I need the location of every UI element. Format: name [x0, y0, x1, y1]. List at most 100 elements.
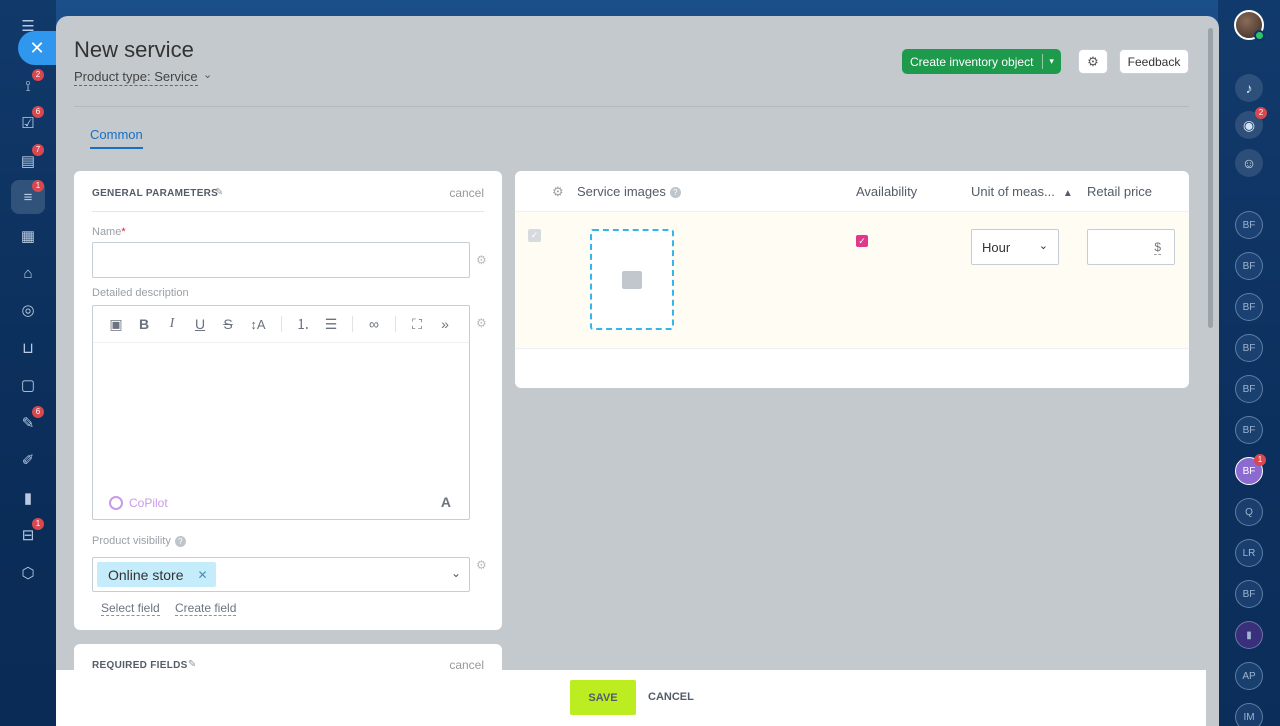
notification-badge: 2 [1255, 107, 1267, 119]
chat-avatar[interactable]: BF [1235, 416, 1263, 444]
inbox-icon[interactable]: ⊟ 1 [16, 518, 44, 547]
italic-icon[interactable]: I [165, 316, 179, 332]
product-type-selector[interactable]: Product type: Service [74, 69, 198, 86]
chat-icon[interactable]: ☺ [1235, 149, 1263, 177]
save-button[interactable]: SAVE [570, 680, 636, 715]
bell-icon[interactable]: ♪ [1235, 74, 1263, 102]
chat-avatar[interactable]: Q [1235, 498, 1263, 526]
create-inventory-label: Create inventory object [910, 54, 1034, 69]
feedback-button[interactable]: Feedback [1119, 49, 1189, 74]
visibility-select[interactable]: Online store ✕ ⌄ [92, 557, 470, 592]
activity-icon[interactable]: ◉ 2 [1235, 107, 1267, 139]
chat-avatar[interactable]: BF [1235, 375, 1263, 403]
currency-selector[interactable]: $ [1154, 240, 1161, 255]
gear-icon[interactable]: ⚙ [476, 253, 487, 267]
remove-icon[interactable]: ✕ [197, 568, 207, 582]
link-icon[interactable]: ∞ [367, 316, 381, 332]
pencil-icon[interactable]: ✎ [215, 187, 223, 198]
close-slider-button[interactable]: ✕ [18, 31, 56, 65]
editor-toolbar: ▣ B I U S ↕A ⒈ ☰ ∞ ⛶ » [93, 306, 469, 343]
rail-badge: 6 [32, 106, 44, 118]
unit-select[interactable]: Hour ⌄ [971, 229, 1059, 265]
store-icon[interactable]: ⌂ [16, 261, 40, 285]
chat-avatar[interactable]: BF [1235, 334, 1263, 362]
name-field[interactable] [92, 242, 470, 278]
column-header-availability[interactable]: Availability [856, 184, 917, 199]
text-format-button[interactable]: A [441, 494, 451, 510]
contacts-icon[interactable]: ▤ 7 [16, 144, 44, 173]
gear-icon[interactable]: ⚙ [552, 184, 564, 200]
strikethrough-icon[interactable]: S [221, 316, 235, 332]
new-service-slider: New service Product type: Service ⌄ Crea… [56, 16, 1219, 726]
select-field-link[interactable]: Select field [101, 601, 160, 616]
retail-price-input[interactable]: $ [1087, 229, 1175, 265]
copilot-button[interactable]: CoPilot [109, 496, 168, 510]
general-parameters-card: GENERAL PARAMETERS ✎ cancel Name* ⚙ Deta… [74, 171, 502, 630]
user-avatar[interactable] [1234, 10, 1265, 41]
help-icon[interactable]: ? [174, 535, 186, 547]
chip-label: Online store [108, 566, 184, 583]
chat-avatar[interactable]: BF [1235, 211, 1263, 239]
create-inventory-object-button[interactable]: Create inventory object ▾ [902, 49, 1061, 74]
create-field-link[interactable]: Create field [175, 601, 237, 616]
online-status-icon [1254, 30, 1265, 41]
toolbar-divider [281, 316, 282, 332]
rail-badge: 1 [32, 180, 44, 192]
chevron-down-icon[interactable]: ▾ [1049, 56, 1061, 67]
target-icon[interactable]: ◎ [16, 298, 40, 322]
chat-avatar[interactable]: BF [1235, 252, 1263, 280]
underline-icon[interactable]: U [193, 316, 207, 332]
left-rail: ☰ ⟟ 2 ☑ 6 ▤ 7 ≡ 1 ▦ ⌂ ◎ ⊔ ▢ ✎ 6 ✐ ▮ ⊟ 1 ⬡ [0, 0, 56, 726]
cart-icon[interactable]: ⊔ [16, 336, 40, 360]
row-checkbox[interactable]: ✓ [528, 229, 541, 242]
bulleted-list-icon[interactable]: ☰ [324, 316, 338, 333]
required-mark: * [121, 226, 126, 238]
numbered-list-icon[interactable]: ⒈ [296, 314, 310, 334]
copilot-icon [109, 496, 123, 510]
tab-common[interactable]: Common [90, 127, 143, 149]
chat-avatar[interactable]: BF [1235, 293, 1263, 321]
calendar-icon[interactable]: ▦ [16, 224, 40, 248]
chat-avatar[interactable]: AP [1235, 662, 1263, 690]
chat-avatar[interactable]: LR [1235, 539, 1263, 567]
panel-scrollbar[interactable] [1208, 28, 1213, 328]
docs-icon[interactable]: ▢ [16, 373, 40, 397]
section-cancel-link[interactable]: cancel [449, 186, 484, 200]
filter-icon[interactable]: ≡ 1 [16, 180, 44, 209]
column-header-images[interactable]: Service images? [577, 184, 681, 199]
pen-icon[interactable]: ✐ [16, 448, 40, 472]
column-header-label: Unit of meas... [971, 184, 1055, 199]
font-size-icon[interactable]: ↕A [249, 317, 267, 332]
toolbar-divider [352, 316, 353, 332]
close-icon: ✕ [29, 37, 45, 58]
settings-button[interactable]: ⚙ [1078, 49, 1108, 74]
chart-icon[interactable]: ▮ [16, 486, 40, 510]
gear-icon[interactable]: ⚙ [476, 316, 487, 330]
chat-avatar-active[interactable]: BF 1 [1235, 454, 1266, 485]
gear-icon[interactable]: ⚙ [476, 558, 487, 572]
video-icon[interactable]: ▣ [109, 316, 123, 333]
visibility-label: Product visibility? [92, 535, 186, 547]
chevron-down-icon[interactable]: ⌄ [451, 566, 461, 580]
edit-list-icon[interactable]: ✎ 6 [16, 406, 44, 435]
description-label: Detailed description [92, 287, 189, 299]
bold-icon[interactable]: B [137, 316, 151, 332]
chevron-down-icon[interactable]: ⌄ [203, 68, 212, 81]
availability-checkbox[interactable]: ✓ [856, 235, 868, 247]
column-header-price[interactable]: Retail price [1087, 184, 1152, 199]
column-header-unit[interactable]: Unit of meas... ▲ [971, 184, 1073, 199]
help-icon[interactable]: ? [669, 187, 681, 199]
chat-avatar[interactable]: IM [1235, 703, 1263, 726]
pencil-icon[interactable]: ✎ [188, 659, 196, 670]
workflow-icon[interactable]: ⟟ 2 [16, 69, 44, 98]
button-divider [1042, 54, 1044, 69]
cancel-button[interactable]: CANCEL [648, 691, 694, 703]
description-editor[interactable]: ▣ B I U S ↕A ⒈ ☰ ∞ ⛶ » CoPilot A [92, 305, 470, 520]
more-icon[interactable]: » [438, 316, 452, 332]
fullscreen-icon[interactable]: ⛶ [410, 316, 424, 333]
box-icon[interactable]: ⬡ [16, 561, 40, 585]
image-upload-dropzone[interactable] [590, 229, 674, 330]
tasks-icon[interactable]: ☑ 6 [16, 106, 44, 135]
chat-avatar[interactable]: BF [1235, 580, 1263, 608]
chat-avatar-book-icon[interactable]: ▮ [1235, 621, 1263, 649]
